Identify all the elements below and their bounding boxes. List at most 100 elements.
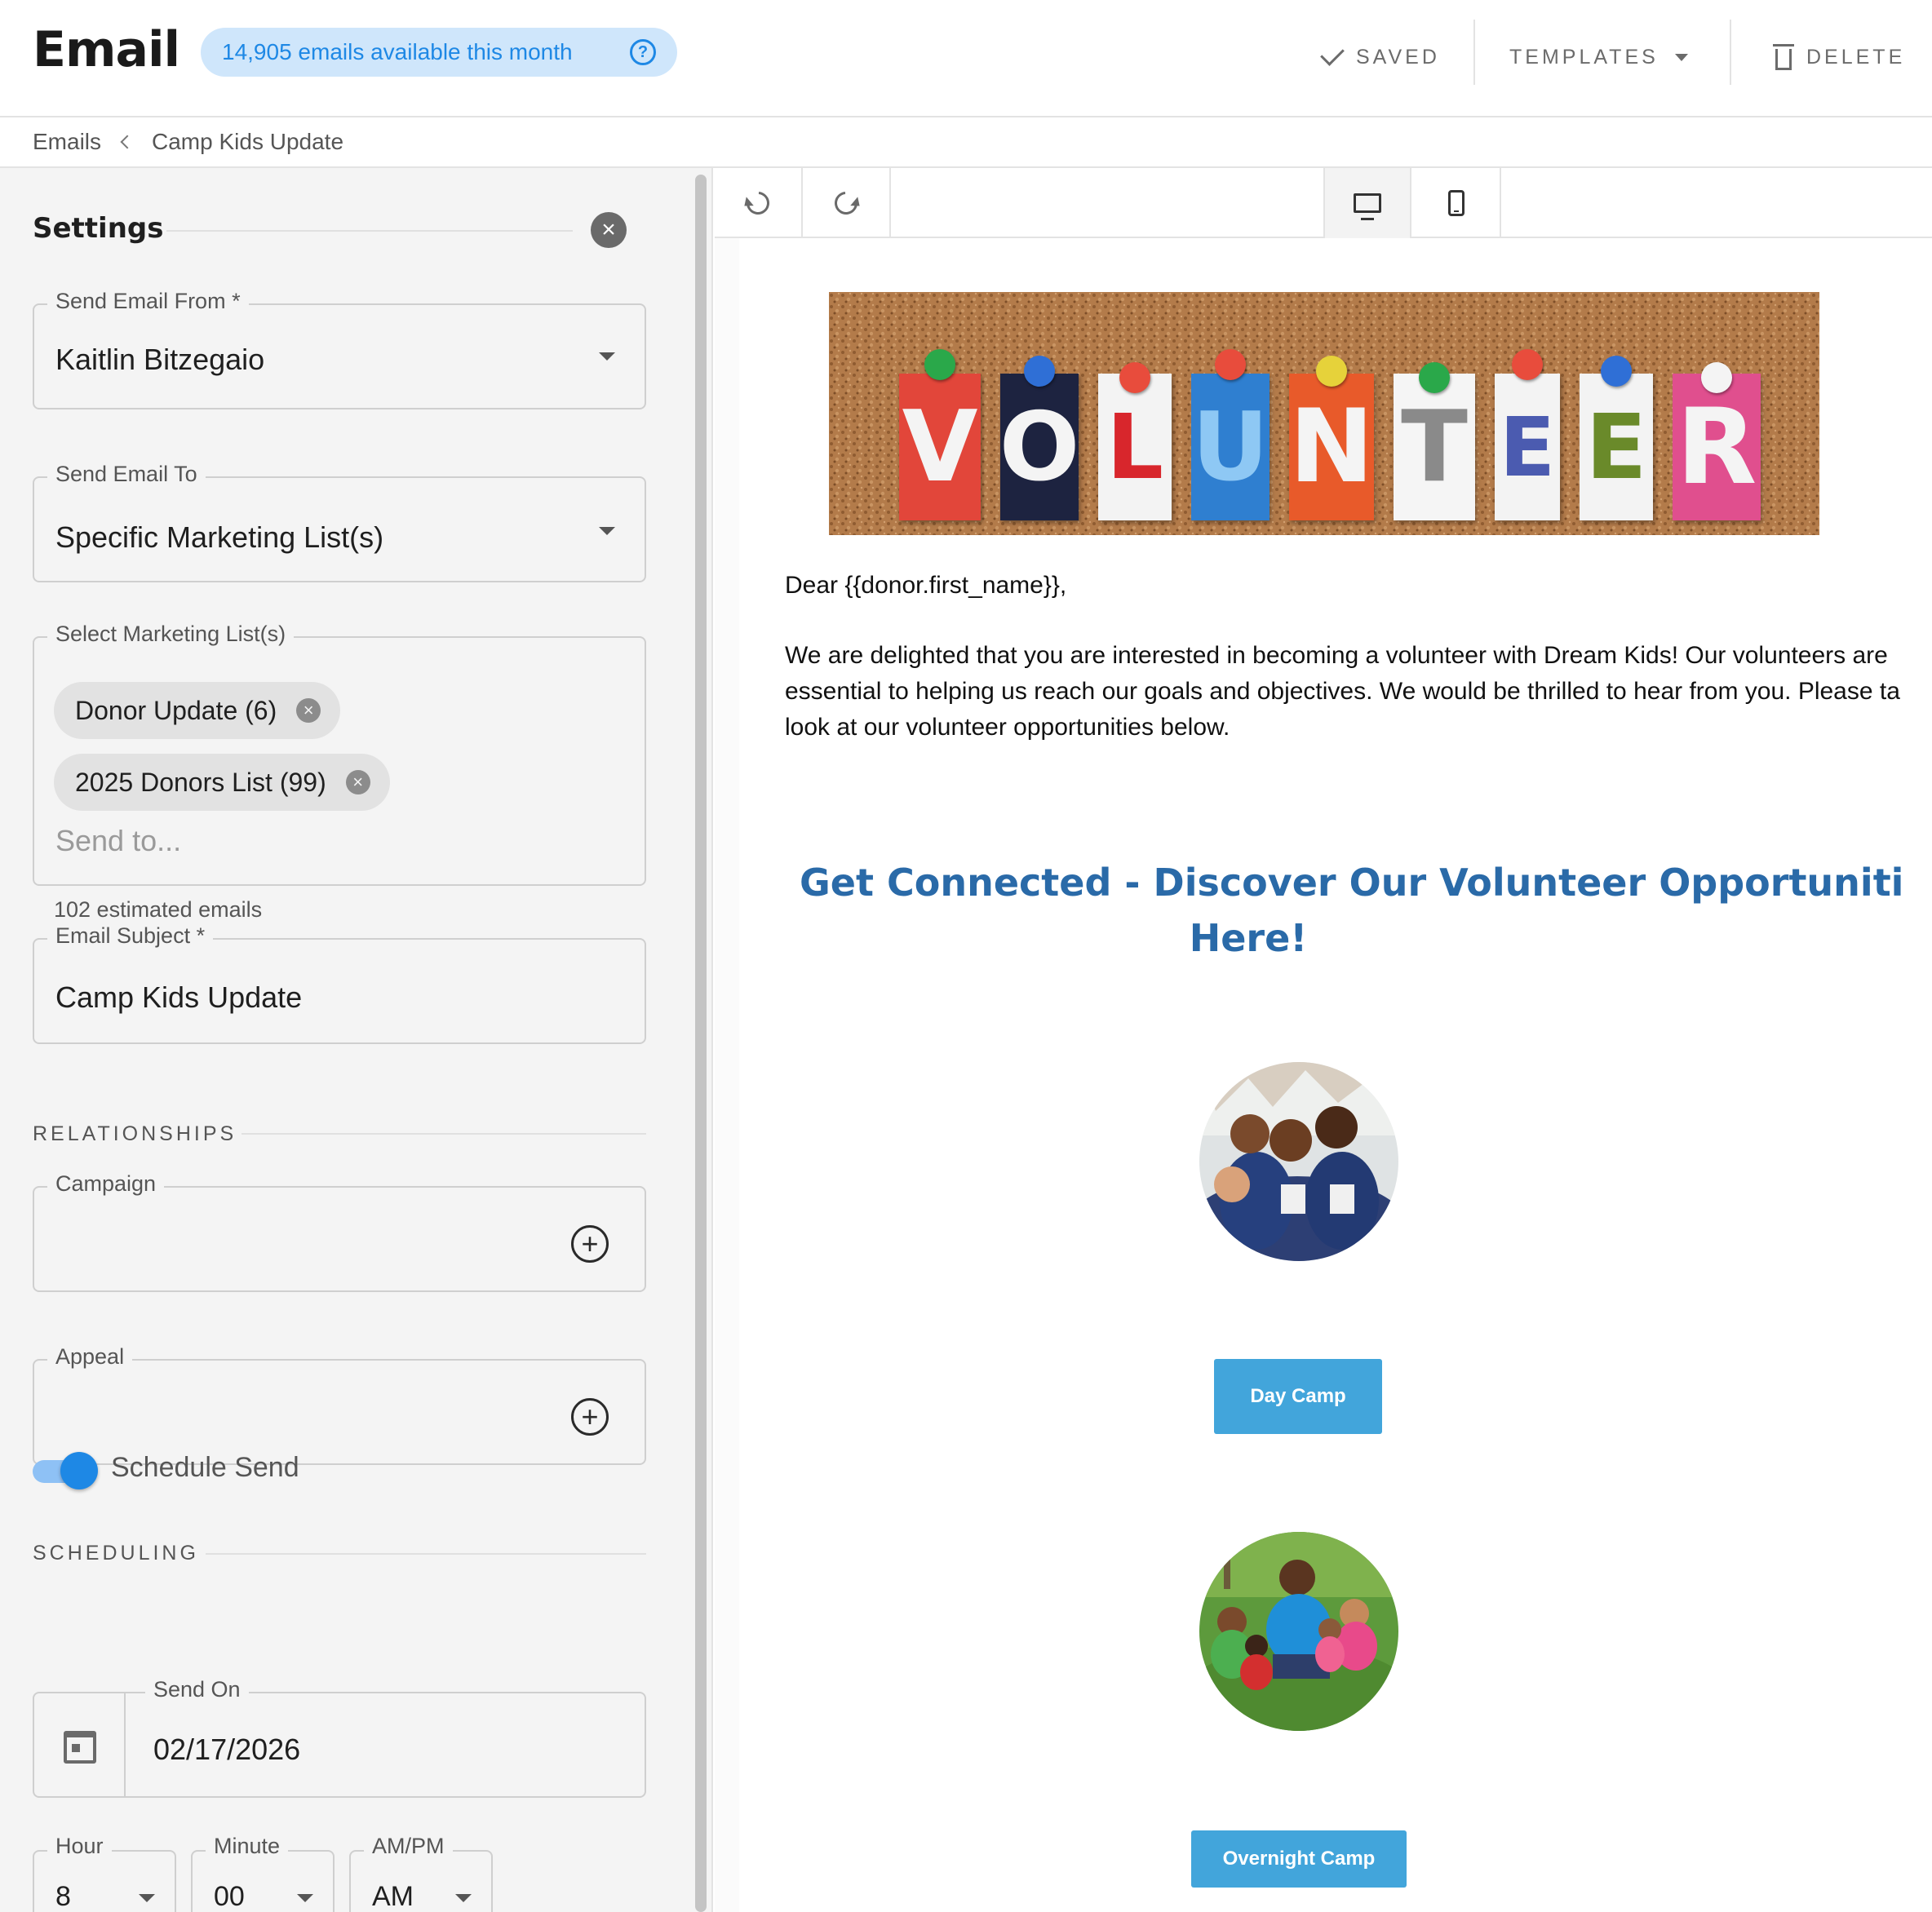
ampm-label: AM/PM [364,1834,453,1859]
email-heading-line[interactable]: Here! [715,910,1836,966]
breadcrumb-emails-link[interactable]: Emails [33,129,101,155]
email-intro-line[interactable]: We are delighted that you are interested… [785,638,1932,674]
send-to-search-input[interactable]: Send to... [55,824,181,858]
redo-button[interactable] [803,168,891,238]
add-appeal-icon[interactable]: + [571,1398,609,1436]
banner-letter: R [1673,374,1761,520]
remove-chip-icon[interactable]: × [345,770,370,794]
ampm-select[interactable]: AM/PM AM [349,1834,493,1912]
volunteer-banner-image[interactable]: VOLUNTEER [829,292,1819,535]
email-subject-label: Email Subject * [47,923,214,949]
mobile-view-button[interactable] [1413,168,1501,238]
minute-select[interactable]: Minute 00 [191,1834,335,1912]
email-greeting[interactable]: Dear {{donor.first_name}}, [785,568,1932,604]
desktop-icon [1354,193,1381,220]
overnight-camp-button[interactable]: Overnight Camp [1191,1830,1407,1888]
marketing-lists-select[interactable]: Select Marketing List(s) Donor Update (6… [33,622,646,886]
trash-icon [1773,44,1794,70]
email-intro-line[interactable]: essential to helping us reach our goals … [785,674,1932,710]
banner-letter: E [1495,374,1560,520]
send-on-date-field[interactable]: Send On 02/17/2026 [33,1677,646,1798]
estimated-emails-text: 102 estimated emails [54,897,263,922]
calendar-button[interactable] [34,1693,126,1796]
saved-status: SAVED [1320,33,1440,82]
minute-value: 00 [214,1881,245,1912]
list-chip: Donor Update (6) × [54,682,341,739]
email-quota-badge: 14,905 emails available this month ? [201,28,677,77]
pushpin-icon [1215,349,1246,380]
scrollbar-thumb[interactable] [695,175,707,1912]
send-from-select[interactable]: Send Email From * Kaitlin Bitzegaio [33,289,646,409]
schedule-send-label: Schedule Send [111,1452,299,1483]
pushpin-icon [1419,362,1450,393]
minute-label: Minute [206,1834,289,1859]
chevron-down-icon [297,1894,313,1902]
chevron-down-icon [599,352,615,361]
delete-button[interactable]: DELETE [1773,33,1906,82]
send-on-value: 02/17/2026 [153,1733,301,1766]
toolbar-divider [1473,20,1475,85]
email-intro-line[interactable]: look at our volunteer opportunities belo… [785,710,1932,746]
chevron-down-icon [139,1894,155,1902]
add-campaign-icon[interactable]: + [571,1225,609,1263]
undo-icon [742,187,774,219]
pushpin-icon [924,349,955,380]
banner-letter: T [1394,374,1475,520]
send-to-value: Specific Marketing List(s) [55,520,384,554]
banner-letter: V [899,374,981,520]
appeal-field[interactable]: Appeal + [33,1344,646,1465]
settings-title: Settings [33,212,164,245]
redo-icon [830,187,862,219]
breadcrumb: Emails Camp Kids Update [0,117,1932,168]
volunteers-photo-art [1199,1062,1398,1261]
overnight-camp-photo[interactable] [1199,1532,1398,1731]
banner-letter: U [1191,374,1270,520]
email-body: VOLUNTEER Dear {{donor.first_name}}, We … [739,238,1932,1912]
banner-letter: E [1580,374,1653,520]
divider [242,1133,646,1135]
send-to-select[interactable]: Send Email To Specific Marketing List(s) [33,462,646,582]
templates-button[interactable]: TEMPLATES [1509,33,1688,82]
divider [166,230,573,232]
settings-panel: Settings × Send Email From * Kaitlin Bit… [0,168,690,1912]
chevron-down-icon [455,1894,472,1902]
email-subject-field[interactable]: Email Subject * Camp Kids Update [33,923,646,1044]
send-on-label: Send On [145,1677,249,1702]
desktop-view-button[interactable] [1323,168,1411,238]
schedule-send-toggle[interactable] [33,1449,98,1493]
settings-scrollbar[interactable] [690,168,713,1912]
scheduling-heading: SCHEDULING [33,1542,199,1565]
toggle-knob [60,1452,98,1489]
top-bar: Email 14,905 emails available this month… [0,0,1932,117]
hour-select[interactable]: Hour 8 [33,1834,176,1912]
chevron-left-icon [120,135,135,149]
day-camp-photo[interactable] [1199,1062,1398,1261]
delete-label: DELETE [1806,45,1906,69]
relationships-heading: RELATIONSHIPS [33,1122,237,1145]
marketing-lists-label: Select Marketing List(s) [47,622,295,647]
campaign-label: Campaign [47,1171,165,1197]
hour-value: 8 [55,1881,71,1912]
mobile-icon [1448,190,1465,216]
list-chip-label: 2025 Donors List (99) [75,767,326,797]
close-settings-button[interactable]: × [591,212,627,248]
email-editor-app: Email 14,905 emails available this month… [0,0,1932,1912]
pushpin-icon [1512,349,1543,380]
hour-label: Hour [47,1834,112,1859]
help-icon[interactable]: ? [630,39,656,65]
chevron-down-icon [599,527,615,535]
list-chip-label: Donor Update (6) [75,695,277,725]
undo-button[interactable] [715,168,803,238]
check-icon [1320,42,1345,66]
send-to-label: Send Email To [47,462,206,487]
email-canvas: VOLUNTEER Dear {{donor.first_name}}, We … [715,238,1932,1912]
breadcrumb-current: Camp Kids Update [152,129,344,154]
email-heading-line[interactable]: Get Connected - Discover Our Volunteer O… [800,855,1932,910]
pushpin-icon [1316,356,1347,387]
campaign-field[interactable]: Campaign + [33,1171,646,1292]
pushpin-icon [1024,356,1055,387]
banner-letter: N [1289,374,1374,520]
pushpin-icon [1601,356,1632,387]
day-camp-button[interactable]: Day Camp [1214,1359,1382,1434]
remove-chip-icon[interactable]: × [296,698,321,723]
